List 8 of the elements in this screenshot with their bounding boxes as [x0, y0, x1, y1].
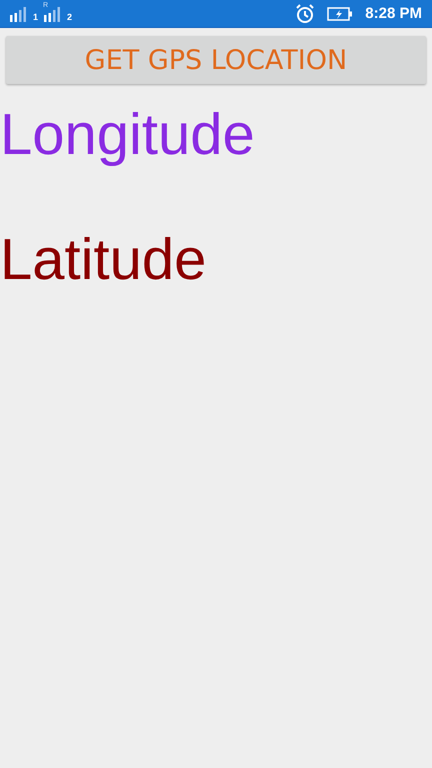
sim-slot-label: 1	[33, 12, 38, 22]
longitude-label: Longitude	[0, 106, 255, 164]
sim-slot-label: 2	[67, 12, 72, 22]
battery-charging-icon	[327, 6, 354, 20]
clock-time: 8:28 PM	[365, 5, 422, 22]
get-gps-location-button[interactable]: GET GPS LOCATION	[6, 36, 426, 84]
alarm-clock-icon	[295, 4, 316, 24]
latitude-label: Latitude	[0, 231, 206, 289]
